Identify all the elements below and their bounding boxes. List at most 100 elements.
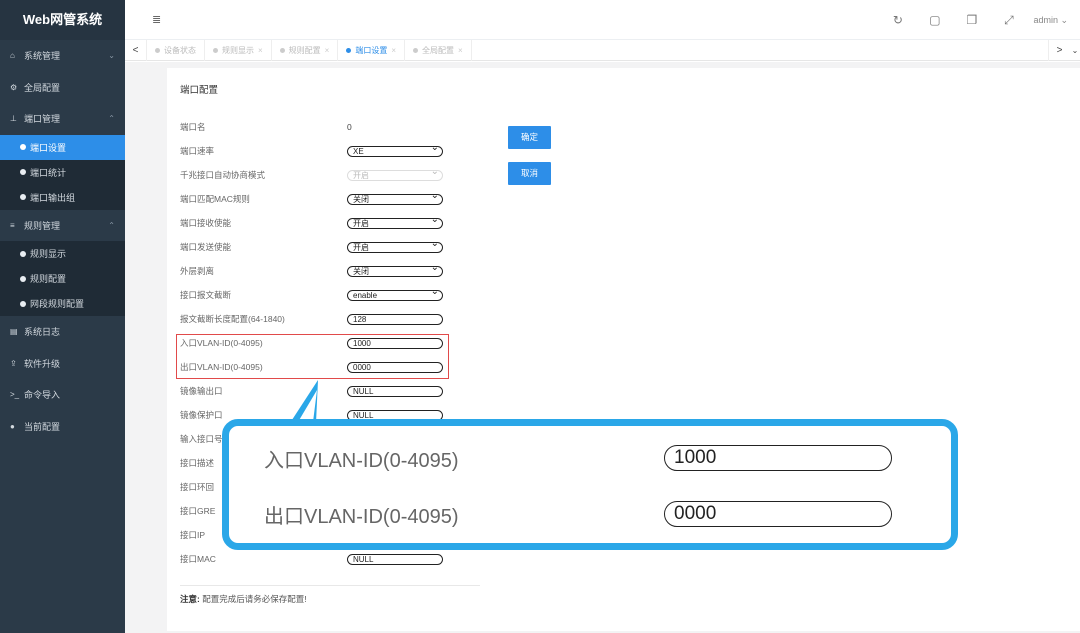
sidebar-subitem[interactable]: 端口统计 bbox=[0, 159, 125, 185]
sidebar-item-label: 当前配置 bbox=[24, 421, 61, 432]
fullscreen-icon[interactable]: ⤢ bbox=[990, 13, 1027, 28]
tab-4[interactable]: 全局配置 × bbox=[405, 39, 472, 61]
form-row: 接口MAC NULL bbox=[180, 551, 480, 567]
confirm-button[interactable]: 确定 bbox=[508, 126, 551, 149]
tab-bar: < 设备状态 规则显示 × 规则配置 × 端口设置 × 全局配置 × > ⌄ bbox=[125, 39, 1080, 61]
tab-3[interactable]: 端口设置 × bbox=[338, 39, 406, 61]
sidebar-item-7[interactable]: ● 当前配置 bbox=[0, 411, 125, 443]
cancel-button[interactable]: 取消 bbox=[508, 162, 551, 185]
save-icon[interactable]: ▢ bbox=[916, 13, 953, 27]
select-dropdown[interactable]: 开启 bbox=[347, 215, 443, 229]
close-icon[interactable]: × bbox=[391, 46, 396, 55]
tab-label: 规则显示 bbox=[222, 45, 254, 55]
select-dropdown[interactable]: 关闭 bbox=[347, 191, 443, 205]
sidebar-item-label: 系统日志 bbox=[24, 327, 61, 338]
tab-scroll-left-button[interactable]: < bbox=[125, 39, 147, 61]
form-row: 端口发送使能 开启 bbox=[180, 239, 480, 255]
sidebar-subitem-label: 端口输出组 bbox=[30, 192, 76, 203]
sidebar-item-label: 端口管理 bbox=[24, 114, 61, 125]
top-icons: ↻ ▢ ❐ ⤢ admin ⌄ bbox=[879, 0, 1080, 40]
form-row: 千兆接口自动协商模式 开启 bbox=[180, 167, 480, 183]
gears-icon: ⚙ bbox=[10, 82, 18, 92]
tab-scroll-right-button[interactable]: > bbox=[1048, 39, 1070, 61]
sidebar-item-label: 命令导入 bbox=[24, 390, 61, 401]
callout-in-label: 入口VLAN-ID(0-4095) bbox=[264, 449, 459, 472]
sidebar-item-0[interactable]: ⌂ 系统管理 ⌄ bbox=[0, 40, 125, 72]
page-title: 端口配置 bbox=[180, 85, 219, 96]
tab-dot-icon bbox=[213, 47, 218, 53]
sidebar-item-3[interactable]: ≡ 规则管理 ⌃ bbox=[0, 210, 125, 242]
sidebar-subitem-label: 网段规则配置 bbox=[30, 299, 85, 309]
topbar: ≣ ↻ ▢ ❐ ⤢ admin ⌄ bbox=[125, 0, 1080, 40]
form-row: 端口速率 XE bbox=[180, 143, 480, 159]
bullet-icon bbox=[20, 250, 26, 257]
form-row: 端口匹配MAC规则 关闭 bbox=[180, 191, 480, 207]
form-row: 外层剥离 关闭 bbox=[180, 263, 480, 279]
close-icon[interactable]: × bbox=[458, 46, 463, 55]
sidebar-item-2[interactable]: ⊥ 端口管理 ⌃ bbox=[0, 103, 125, 135]
select-dropdown[interactable]: 关闭 bbox=[347, 263, 443, 277]
chevron-icon: ⌄ bbox=[108, 51, 115, 61]
select-dropdown[interactable]: enable bbox=[347, 287, 443, 301]
sidebar-item-6[interactable]: >_ 命令导入 bbox=[0, 379, 125, 411]
close-icon[interactable]: × bbox=[258, 46, 263, 55]
field-value: 0 bbox=[347, 122, 352, 132]
text-input[interactable]: NULL bbox=[347, 553, 443, 565]
note-text: 配置完成后请务必保存配置! bbox=[199, 594, 307, 604]
text-input[interactable]: NULL bbox=[347, 385, 443, 397]
vlan-highlight-box bbox=[176, 334, 449, 379]
sidebar-subitem-label: 端口统计 bbox=[30, 167, 67, 178]
chevron-icon: ⌃ bbox=[108, 114, 115, 124]
tab-2[interactable]: 规则配置 × bbox=[272, 39, 339, 61]
copy-icon[interactable]: ❐ bbox=[953, 13, 990, 27]
sidebar-item-1[interactable]: ⚙ 全局配置 bbox=[0, 72, 125, 104]
callout-row-out: 出口VLAN-ID(0-4095) 0000 bbox=[264, 500, 892, 528]
upload-icon: ⇪ bbox=[10, 358, 17, 368]
tab-1[interactable]: 规则显示 × bbox=[205, 39, 272, 61]
callout-in-field: 1000 bbox=[664, 445, 892, 471]
sidebar-item-label: 系统管理 bbox=[24, 51, 61, 62]
sidebar-item-5[interactable]: ⇪ 软件升级 bbox=[0, 348, 125, 380]
form-row: 接口报文截断 enable bbox=[180, 287, 480, 303]
bullet-icon bbox=[20, 169, 26, 175]
text-input[interactable]: 128 bbox=[347, 313, 443, 325]
select-dropdown[interactable]: 开启 bbox=[347, 239, 443, 253]
select-dropdown[interactable]: XE bbox=[347, 143, 443, 157]
sidebar-subitem[interactable]: 规则配置 bbox=[0, 266, 125, 291]
sidebar-subitem[interactable]: 端口输出组 bbox=[0, 184, 125, 210]
field-label: 千兆接口自动协商模式 bbox=[180, 170, 266, 180]
sidebar-item-label: 全局配置 bbox=[24, 82, 61, 93]
sitemap-icon: ⊥ bbox=[10, 114, 17, 124]
sidebar-item-label: 软件升级 bbox=[24, 358, 61, 369]
sidebar-subitem[interactable]: 规则显示 bbox=[0, 241, 125, 266]
tab-label: 端口设置 bbox=[355, 45, 388, 55]
field-label: 接口报文截断 bbox=[180, 290, 232, 300]
field-label: 端口匹配MAC规则 bbox=[180, 194, 250, 204]
tab-label: 规则配置 bbox=[288, 45, 321, 55]
field-label: 接口MAC bbox=[180, 554, 216, 564]
select-dropdown: 开启 bbox=[347, 167, 443, 181]
callout-out-field: 0000 bbox=[664, 501, 892, 527]
tab-dot-icon bbox=[155, 47, 160, 53]
app-title: Web网管系统 bbox=[0, 0, 125, 40]
form-row: 端口名 0 bbox=[180, 119, 480, 135]
menu-toggle-icon[interactable]: ≣ bbox=[152, 13, 161, 26]
close-icon[interactable]: × bbox=[325, 46, 330, 55]
sidebar-subitem[interactable]: 端口设置 bbox=[0, 134, 125, 160]
tab-more-button[interactable]: ⌄ bbox=[1070, 46, 1080, 55]
sidebar-item-4[interactable]: ▤ 系统日志 bbox=[0, 316, 125, 348]
sliders-icon: ≡ bbox=[10, 220, 15, 230]
field-label: 报文截断长度配置(64-1840) bbox=[180, 314, 285, 324]
location-icon: ● bbox=[10, 421, 15, 431]
home-icon: ⌂ bbox=[10, 51, 15, 61]
refresh-icon[interactable]: ↻ bbox=[879, 13, 916, 27]
user-menu[interactable]: admin ⌄ bbox=[1027, 15, 1080, 26]
callout-out-label: 出口VLAN-ID(0-4095) bbox=[264, 505, 459, 528]
note-label: 注意: bbox=[180, 594, 200, 604]
tab-0[interactable]: 设备状态 bbox=[147, 39, 205, 61]
sidebar-subitem[interactable]: 网段规则配置 bbox=[0, 291, 125, 316]
callout-row-in: 入口VLAN-ID(0-4095) 1000 bbox=[264, 444, 892, 472]
chevron-icon: ⌃ bbox=[108, 220, 115, 230]
form-row: 报文截断长度配置(64-1840) 128 bbox=[180, 311, 480, 327]
tab-label: 全局配置 bbox=[422, 45, 455, 55]
